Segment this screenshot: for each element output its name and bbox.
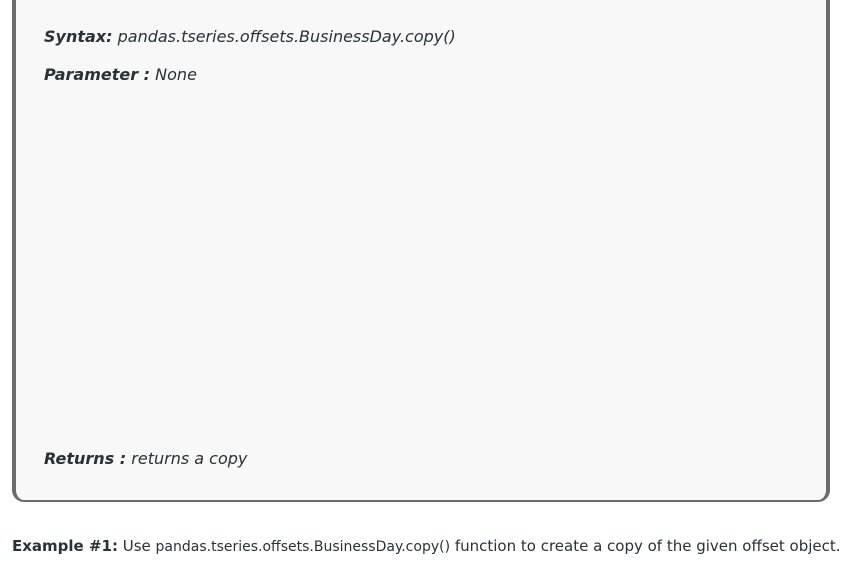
example-suffix: function to create a copy of the given o… [454,537,841,555]
example-prefix: Use [122,537,151,555]
syntax-label: Syntax: [44,27,113,46]
parameter-label: Parameter : [44,65,151,84]
example-code: pandas.tseries.offsets.BusinessDay.copy(… [155,539,451,555]
example-paragraph: Example #1: Use pandas.tseries.offsets.B… [12,536,841,557]
definition-box: Syntax: pandas.tseries.offsets.BusinessD… [12,0,830,502]
syntax-value: pandas.tseries.offsets.BusinessDay.copy(… [117,27,456,46]
returns-value: returns a copy [131,449,248,468]
syntax-line: Syntax: pandas.tseries.offsets.BusinessD… [44,27,456,47]
parameter-value: None [155,65,197,84]
returns-line: Returns : returns a copy [44,449,247,469]
example-label: Example #1: [12,537,118,555]
parameter-line: Parameter : None [44,65,197,85]
returns-label: Returns : [44,449,127,468]
